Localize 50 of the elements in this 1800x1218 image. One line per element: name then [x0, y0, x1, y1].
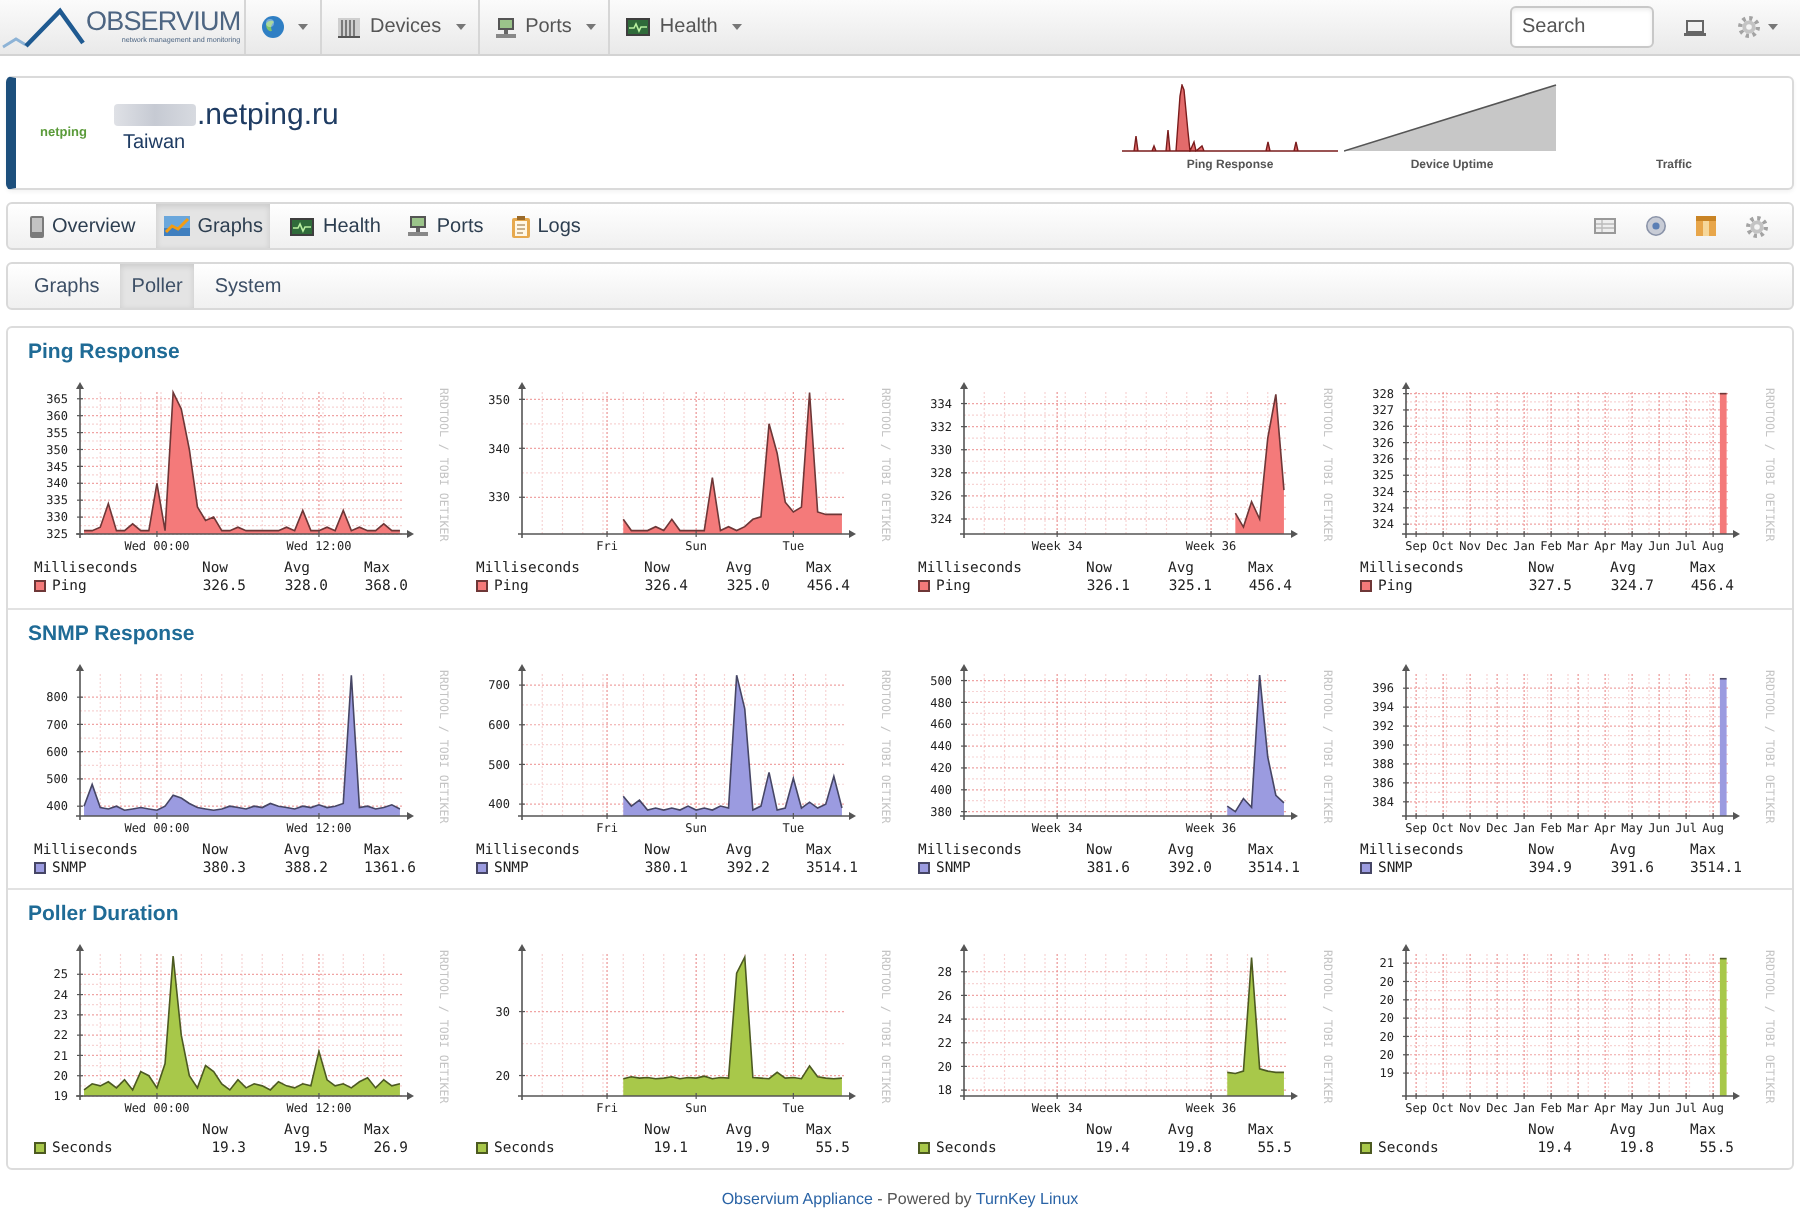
clipboard-icon [511, 215, 530, 237]
server-rack-icon [338, 17, 360, 37]
device-location: Taiwan [122, 132, 188, 156]
peak-logo-icon [2, 3, 86, 51]
caret-icon [731, 24, 742, 30]
logo-wordmark: OBSERVIUM [86, 8, 241, 36]
blurred-text-block [114, 104, 197, 126]
globe-icon [262, 16, 284, 38]
caret-icon [455, 24, 466, 30]
footer-text: Observium Appliance - Powered by TurnKey Linux [721, 1188, 1079, 1212]
chart-icon [163, 216, 190, 236]
section-title: Ping Response [28, 340, 180, 364]
computer-icon [495, 17, 516, 37]
laptop-icon[interactable] [1684, 19, 1706, 35]
nav-menu-button[interactable]: Devices [322, 0, 480, 54]
device-icon [30, 215, 44, 237]
caret-icon [298, 24, 308, 30]
section-title: Poller Duration [28, 902, 179, 926]
box-icon[interactable] [1696, 216, 1716, 236]
disc-icon[interactable] [1646, 216, 1666, 236]
nav-tab[interactable]: Ports [400, 204, 492, 248]
settings-icon [1738, 16, 1760, 38]
computer-icon [408, 216, 429, 236]
series-area [1719, 957, 1728, 1096]
nav-tab[interactable]: Logs [503, 204, 589, 248]
caret-icon [1768, 24, 1778, 30]
monitor-icon [290, 217, 315, 235]
sub-tab[interactable]: Poller [119, 264, 195, 308]
nav-tab[interactable]: Overview [22, 204, 144, 248]
series-area [1226, 674, 1285, 816]
settings-icon[interactable] [1746, 215, 1768, 237]
section-title: SNMP Response [28, 622, 195, 646]
device-hostname: .netping.ru [196, 98, 339, 132]
settings-menu-button[interactable] [1738, 16, 1778, 38]
series-area [1234, 393, 1285, 534]
nav-menu-button[interactable]: Ports [479, 0, 610, 54]
sub-tab[interactable]: System [202, 264, 294, 308]
monitor-icon [625, 18, 650, 36]
caret-icon [585, 24, 596, 30]
series-area [1226, 956, 1285, 1096]
search-field[interactable]: Search [1510, 6, 1654, 48]
turnkey-link[interactable]: TurnKey Linux [975, 1190, 1079, 1208]
nav-menu-button[interactable]: Health [609, 0, 754, 54]
series-area [1719, 677, 1728, 816]
appliance-link[interactable]: Observium Appliance [721, 1190, 873, 1208]
series-area [1719, 392, 1728, 534]
nav-tab[interactable]: Health [282, 204, 389, 248]
table-icon[interactable] [1594, 218, 1616, 234]
nav-tab[interactable]: Graphs [155, 204, 271, 248]
sub-tab[interactable]: Graphs [22, 264, 112, 308]
